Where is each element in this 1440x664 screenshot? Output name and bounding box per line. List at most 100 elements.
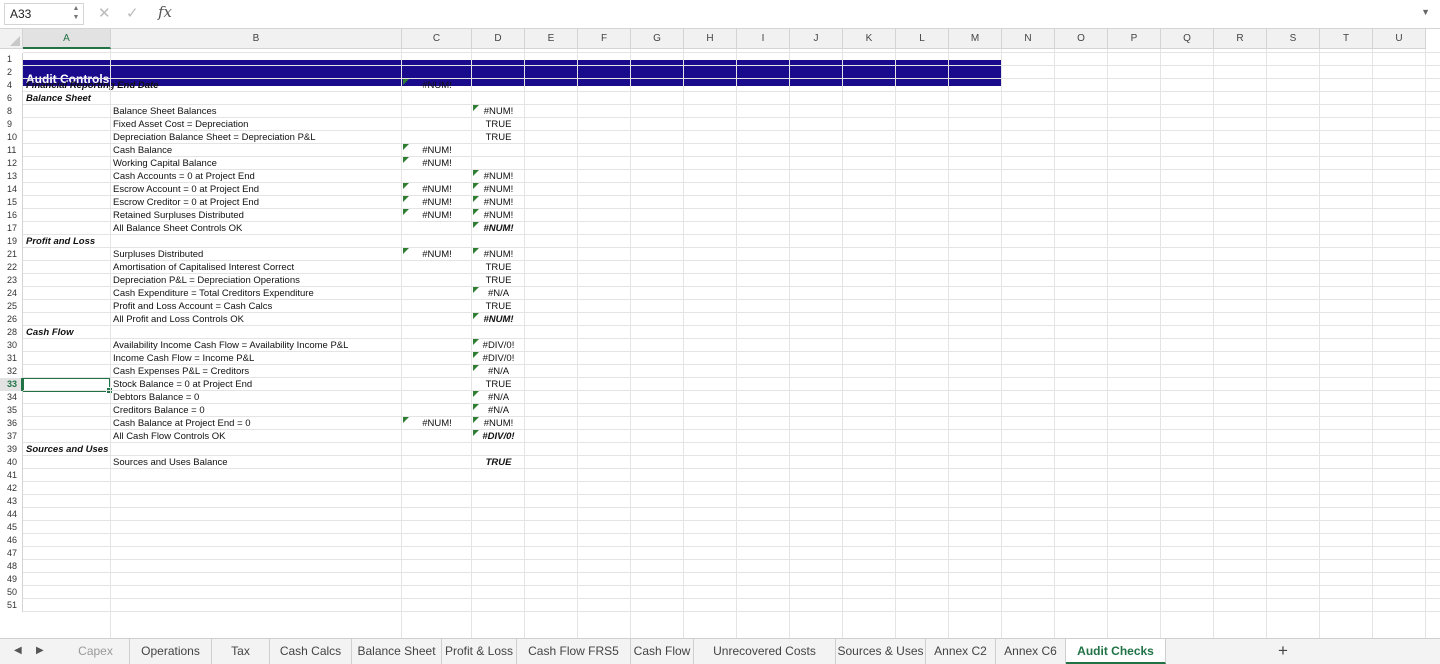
sheet-tab-operations[interactable]: Operations: [130, 639, 212, 664]
row-header-28[interactable]: 28: [0, 326, 23, 339]
row-header-31[interactable]: 31: [0, 352, 23, 365]
row-header-43[interactable]: 43: [0, 495, 23, 508]
next-sheet-icon[interactable]: ▶: [36, 645, 44, 656]
error-indicator-icon[interactable]: [473, 209, 479, 215]
row-header-40[interactable]: 40: [0, 456, 23, 469]
error-indicator-icon[interactable]: [403, 248, 409, 254]
row-header-11[interactable]: 11: [0, 144, 23, 157]
row-header-23[interactable]: 23: [0, 274, 23, 287]
error-indicator-icon[interactable]: [403, 417, 409, 423]
row-header-35[interactable]: 35: [0, 404, 23, 417]
row-header-19[interactable]: 19: [0, 235, 23, 248]
add-sheet-button[interactable]: +: [1278, 641, 1288, 661]
error-indicator-icon[interactable]: [473, 365, 479, 371]
row-header-1[interactable]: 1: [0, 53, 23, 66]
row-header-8[interactable]: 8: [0, 105, 23, 118]
error-indicator-icon[interactable]: [473, 222, 479, 228]
row-header-10[interactable]: 10: [0, 131, 23, 144]
column-header-l[interactable]: L: [896, 29, 949, 49]
column-header-d[interactable]: D: [472, 29, 525, 49]
row-header-25[interactable]: 25: [0, 300, 23, 313]
sheet-tab-cash-calcs[interactable]: Cash Calcs: [270, 639, 352, 664]
name-box-stepper-icon[interactable]: ▲ ▼: [70, 3, 82, 26]
row-header-34[interactable]: 34: [0, 391, 23, 404]
row-header-42[interactable]: 42: [0, 482, 23, 495]
column-header-m[interactable]: M: [949, 29, 1002, 49]
row-header-37[interactable]: 37: [0, 430, 23, 443]
column-header-r[interactable]: R: [1214, 29, 1267, 49]
error-indicator-icon[interactable]: [473, 183, 479, 189]
row-header-49[interactable]: 49: [0, 573, 23, 586]
sheet-tab-cash-flow-frs5[interactable]: Cash Flow FRS5: [517, 639, 631, 664]
row-header-16[interactable]: 16: [0, 209, 23, 222]
error-indicator-icon[interactable]: [473, 339, 479, 345]
column-header-u[interactable]: U: [1373, 29, 1426, 49]
row-header-2[interactable]: 2: [0, 66, 23, 79]
fx-icon[interactable]: fx: [158, 3, 172, 21]
column-header-f[interactable]: F: [578, 29, 631, 49]
row-header-14[interactable]: 14: [0, 183, 23, 196]
error-indicator-icon[interactable]: [403, 209, 409, 215]
error-indicator-icon[interactable]: [473, 105, 479, 111]
cell-area[interactable]: Audit Controls Financial Reporting End D…: [23, 49, 1440, 638]
error-indicator-icon[interactable]: [403, 144, 409, 150]
column-header-j[interactable]: J: [790, 29, 843, 49]
column-header-a[interactable]: A: [23, 29, 111, 49]
column-header-k[interactable]: K: [843, 29, 896, 49]
row-header-15[interactable]: 15: [0, 196, 23, 209]
error-indicator-icon[interactable]: [473, 417, 479, 423]
error-indicator-icon[interactable]: [403, 79, 409, 85]
column-header-p[interactable]: P: [1108, 29, 1161, 49]
row-header-51[interactable]: 51: [0, 599, 23, 612]
error-indicator-icon[interactable]: [473, 287, 479, 293]
row-header-17[interactable]: 17: [0, 222, 23, 235]
row-header-22[interactable]: 22: [0, 261, 23, 274]
row-header-48[interactable]: 48: [0, 560, 23, 573]
error-indicator-icon[interactable]: [403, 157, 409, 163]
error-indicator-icon[interactable]: [473, 196, 479, 202]
row-header-41[interactable]: 41: [0, 469, 23, 482]
column-header-o[interactable]: O: [1055, 29, 1108, 49]
column-header-g[interactable]: G: [631, 29, 684, 49]
error-indicator-icon[interactable]: [473, 430, 479, 436]
row-header-50[interactable]: 50: [0, 586, 23, 599]
error-indicator-icon[interactable]: [403, 183, 409, 189]
error-indicator-icon[interactable]: [473, 248, 479, 254]
cancel-icon[interactable]: ✕: [98, 4, 111, 22]
column-header-e[interactable]: E: [525, 29, 578, 49]
sheet-tab-tax[interactable]: Tax: [212, 639, 270, 664]
row-header-36[interactable]: 36: [0, 417, 23, 430]
row-header-30[interactable]: 30: [0, 339, 23, 352]
row-header-39[interactable]: 39: [0, 443, 23, 456]
column-header-c[interactable]: C: [402, 29, 472, 49]
error-indicator-icon[interactable]: [473, 391, 479, 397]
column-header-t[interactable]: T: [1320, 29, 1373, 49]
select-all-corner[interactable]: [0, 29, 23, 49]
sheet-tab-capex[interactable]: Capex: [62, 639, 130, 664]
sheet-tab-balance-sheet[interactable]: Balance Sheet: [352, 639, 442, 664]
row-header-26[interactable]: 26: [0, 313, 23, 326]
row-header-4[interactable]: 4: [0, 79, 23, 92]
row-header-33[interactable]: 33: [0, 378, 23, 391]
error-indicator-icon[interactable]: [473, 313, 479, 319]
prev-sheet-icon[interactable]: ◀: [14, 645, 22, 656]
column-header-b[interactable]: B: [111, 29, 402, 49]
formula-input[interactable]: [184, 3, 1418, 27]
column-header-h[interactable]: H: [684, 29, 737, 49]
sheet-tab-annex-c6[interactable]: Annex C6: [996, 639, 1066, 664]
row-header-9[interactable]: 9: [0, 118, 23, 131]
sheet-tab-sources-uses[interactable]: Sources & Uses: [836, 639, 926, 664]
sheet-tab-audit-checks[interactable]: Audit Checks: [1066, 639, 1166, 664]
check-icon[interactable]: ✓: [126, 4, 139, 22]
sheet-tab-annex-c2[interactable]: Annex C2: [926, 639, 996, 664]
error-indicator-icon[interactable]: [473, 170, 479, 176]
sheet-tab-unrecovered-costs[interactable]: Unrecovered Costs: [694, 639, 836, 664]
row-header-13[interactable]: 13: [0, 170, 23, 183]
error-indicator-icon[interactable]: [473, 404, 479, 410]
row-header-44[interactable]: 44: [0, 508, 23, 521]
row-header-12[interactable]: 12: [0, 157, 23, 170]
sheet-tab-cash-flow[interactable]: Cash Flow: [631, 639, 694, 664]
row-header-21[interactable]: 21: [0, 248, 23, 261]
chevron-down-icon[interactable]: ▼: [1421, 7, 1430, 17]
row-header-6[interactable]: 6: [0, 92, 23, 105]
